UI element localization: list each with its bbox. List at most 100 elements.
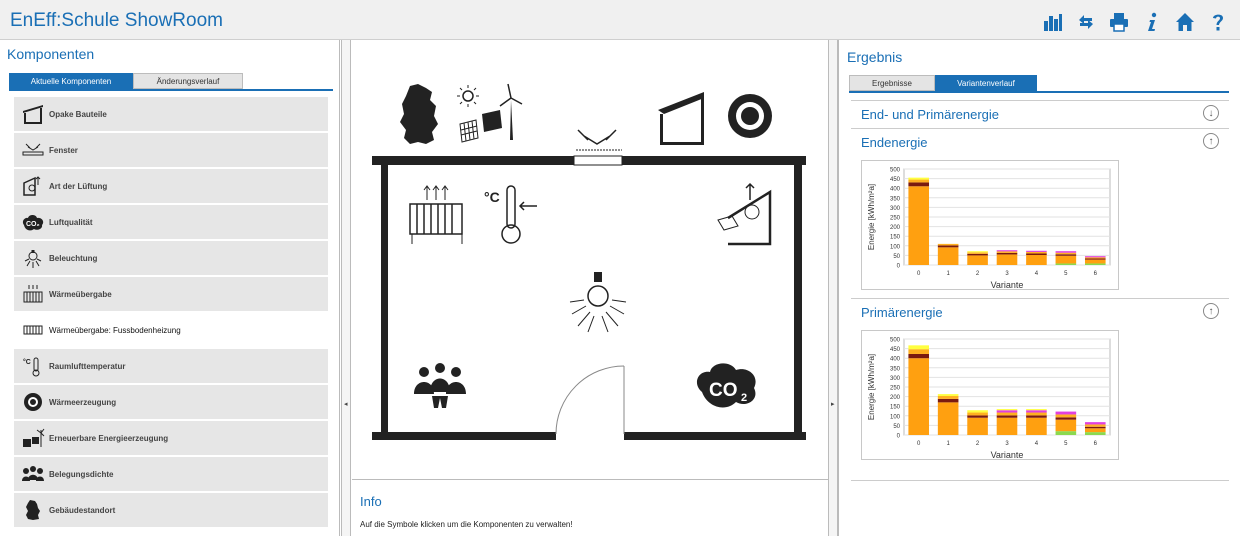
room-view: °C CO 2 (352, 40, 828, 480)
components-panel: Komponenten Aktuelle Komponenten Änderun… (0, 40, 340, 536)
component-room-temperature[interactable]: °C Raumlufttemperatur (14, 349, 328, 383)
co2-icon[interactable]: CO 2 (696, 363, 756, 408)
component-label: Fenster (49, 145, 78, 155)
component-heat-transfer[interactable]: Wärmeübergabe (14, 277, 328, 311)
help-icon[interactable] (1208, 12, 1228, 32)
lightbulb-icon[interactable] (569, 272, 627, 333)
x-tick-label: 6 (1094, 441, 1098, 447)
component-opaque-elements[interactable]: Opake Bauteile (14, 97, 328, 131)
bar-segment (937, 396, 959, 399)
component-occupancy[interactable]: Belegungsdichte (14, 457, 328, 491)
collapse-up-icon[interactable]: ↑ (1203, 303, 1219, 319)
x-tick-label: 3 (1005, 271, 1009, 277)
y-tick-label: 200 (890, 225, 901, 231)
bar-segment (1055, 414, 1077, 418)
tab-variant-history[interactable]: Variantenverlauf (935, 75, 1037, 91)
collapse-left-arrow[interactable]: ◂ (344, 400, 348, 408)
info-text: Auf die Symbole klicken um die Komponent… (360, 520, 573, 529)
sun-icon[interactable] (457, 85, 479, 107)
x-tick-label: 1 (946, 441, 950, 447)
bar-segment (937, 243, 959, 246)
y-tick-label: 300 (890, 206, 901, 212)
component-list: Opake Bauteile Fenster Art der Lüftung C… (14, 97, 328, 529)
bar-segment (937, 245, 959, 248)
component-air-quality[interactable]: CO₂ Luftqualität (14, 205, 328, 239)
bar-segment (967, 253, 988, 256)
tab-current-components[interactable]: Aktuelle Komponenten (9, 73, 133, 89)
results-panel: Ergebnis Ergebnisse Variantenverlauf End… (838, 40, 1240, 536)
info-icon[interactable] (1142, 12, 1162, 32)
y-tick-label: 100 (890, 414, 901, 420)
bar-segment (1026, 415, 1047, 418)
bar-segment (1084, 258, 1106, 260)
wall-icon[interactable] (658, 92, 704, 145)
primary-energy-chart: 0 50 100 150 200 250 300 350 400 450 500 0 1 2 3 4 5 6 Var… (861, 330, 1119, 460)
bar-segment (1084, 257, 1106, 259)
bar-segment (1026, 255, 1047, 265)
renewable-icon (19, 426, 47, 450)
y-tick-label: 500 (890, 338, 901, 344)
people-icon[interactable] (414, 363, 466, 408)
x-axis-label: Variante (991, 450, 1024, 460)
home-icon[interactable] (1175, 12, 1195, 32)
wind-turbine-icon[interactable] (499, 83, 523, 140)
co2-sub: 2 (741, 392, 747, 404)
y-tick-label: 50 (893, 254, 900, 260)
component-windows[interactable]: Fenster (14, 133, 328, 167)
x-tick-label: 2 (976, 271, 980, 277)
y-tick-label: 450 (890, 347, 901, 353)
end-energy-chart: 0 50 100 150 200 250 300 350 400 450 500 0 1 2 3 4 5 6 Var… (861, 160, 1119, 290)
heat-generator-icon (19, 390, 47, 414)
radiator-icon[interactable] (409, 185, 463, 244)
bar-segment (1055, 419, 1077, 432)
co2-icon: CO₂ (19, 210, 47, 234)
refresh-icon[interactable] (1076, 12, 1096, 32)
bar-segment (908, 177, 930, 180)
x-tick-label: 6 (1094, 271, 1098, 277)
germany-map-icon[interactable] (400, 84, 438, 144)
room-drawing: °C CO 2 (372, 83, 806, 440)
bar-segment (1026, 412, 1047, 416)
right-splitter[interactable]: ▸ (828, 40, 838, 536)
bar-segment (908, 349, 930, 354)
solar-panel-icon[interactable] (459, 110, 502, 143)
bar-segment (996, 254, 1018, 265)
ventilation-icon[interactable] (717, 182, 772, 246)
tab-results[interactable]: Ergebnisse (849, 75, 935, 91)
component-ventilation[interactable]: Art der Lüftung (14, 169, 328, 203)
expand-down-icon[interactable]: ↓ (1203, 105, 1219, 121)
left-splitter[interactable]: ◂ (341, 40, 351, 536)
door[interactable] (555, 365, 625, 435)
component-lighting[interactable]: Beleuchtung (14, 241, 328, 275)
component-floor-heating[interactable]: Wärmeübergabe: Fussbodenheizung (14, 313, 328, 347)
bar-segment (996, 251, 1018, 253)
radiator-icon (19, 318, 47, 342)
top-bar: EnEff:Schule ShowRoom (0, 0, 1240, 40)
chart-icon[interactable] (1043, 12, 1063, 32)
bar-segment (996, 250, 1018, 252)
component-renewables[interactable]: Erneuerbare Energieerzeugung (14, 421, 328, 455)
tab-change-history[interactable]: Änderungsverlauf (133, 73, 243, 89)
heat-generator-icon[interactable] (728, 94, 772, 138)
primary-energy-chart-svg: 0 50 100 150 200 250 300 350 400 450 500 0 1 2 3 4 5 6 Var… (867, 338, 1111, 460)
bar-segment (996, 415, 1018, 418)
component-heat-generation[interactable]: Wärmeerzeugung (14, 385, 328, 419)
bar-segment (996, 410, 1018, 413)
people-icon (19, 462, 47, 486)
accordion-end-primary[interactable]: End- und Primärenergie ↓ (851, 100, 1229, 128)
bar-segment (967, 412, 988, 416)
window-icon[interactable] (576, 129, 622, 151)
bar-segment (1026, 410, 1047, 413)
y-tick-label: 100 (890, 244, 901, 250)
collapse-up-icon[interactable]: ↑ (1203, 133, 1219, 149)
component-label: Opake Bauteile (49, 109, 107, 119)
thermometer-icon[interactable]: °C (484, 185, 537, 244)
y-tick-label: 250 (890, 216, 901, 222)
component-location[interactable]: Gebäudestandort (14, 493, 328, 527)
collapse-right-arrow[interactable]: ▸ (831, 400, 835, 408)
germany-map-icon (19, 498, 47, 522)
bar-segment (1055, 411, 1077, 415)
bar-segment (937, 398, 959, 403)
print-icon[interactable] (1109, 12, 1129, 32)
ventilation-icon (19, 174, 47, 198)
